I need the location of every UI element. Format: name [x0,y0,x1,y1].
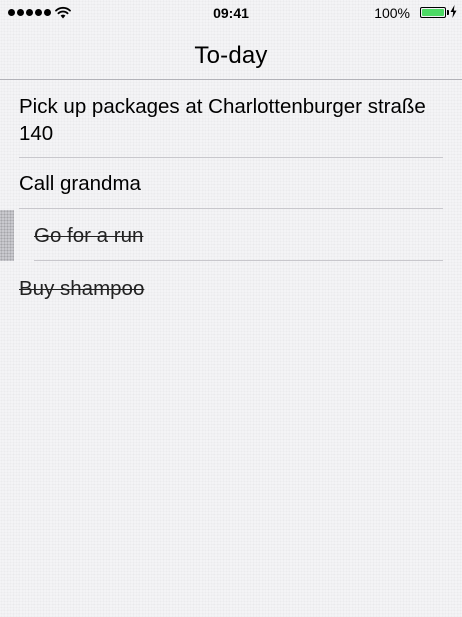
todo-item[interactable]: Buy shampoo [0,261,462,313]
todo-text: Pick up packages at Charlottenburger str… [19,95,426,145]
todo-list: Pick up packages at Charlottenburger str… [0,80,462,313]
swipe-handle[interactable] [0,210,14,261]
charging-bolt-icon [450,5,457,18]
todo-item[interactable]: Pick up packages at Charlottenburger str… [0,80,462,158]
battery-percent: 100% [374,5,410,21]
battery-fill [422,9,444,16]
todo-text: Buy shampoo [19,277,145,300]
navigation-bar: To-day [0,26,462,80]
todo-text: Call grandma [19,172,141,195]
battery-icon [420,7,449,18]
todo-item[interactable]: Go for a run [0,209,462,261]
todo-item[interactable]: Call grandma [0,158,462,209]
status-bar: 09:41 100% [0,0,462,26]
page-title: To-day [194,42,268,69]
todo-text: Go for a run [34,224,144,247]
